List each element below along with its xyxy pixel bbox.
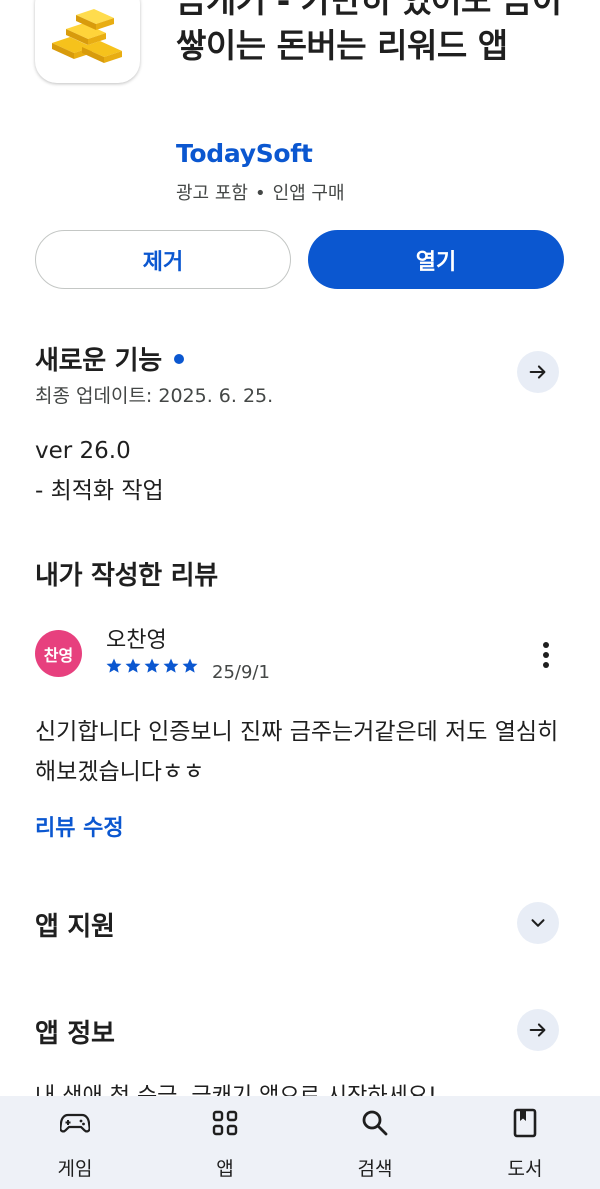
nav-label: 도서 (507, 1158, 543, 1180)
app-title: 금캐기 - 가만히 있어도 금이 쌓이는 돈버는 리워드 앱 (176, 0, 562, 65)
remove-button[interactable]: 제거 (35, 230, 291, 289)
more-options-button[interactable] (536, 640, 556, 670)
separator-dot: • (254, 183, 266, 204)
avatar: 찬영 (35, 630, 82, 677)
whats-new-arrow-button[interactable] (517, 351, 559, 393)
gold-bars-icon (35, 0, 140, 83)
developer-link[interactable]: TodaySoft (176, 139, 313, 168)
more-vert-icon (543, 642, 549, 668)
gamepad-icon (60, 1108, 90, 1138)
ads-label: 광고 포함 (176, 183, 248, 204)
app-support-title[interactable]: 앱 지원 (35, 906, 115, 943)
open-button[interactable]: 열기 (308, 230, 564, 289)
nav-label: 앱 (216, 1158, 234, 1180)
review-text: 신기합니다 인증보니 진짜 금주는거같은데 저도 열심히 해보겠습니다ㅎㅎ (35, 719, 559, 785)
arrow-right-icon (529, 1023, 546, 1037)
my-review-title: 내가 작성한 리뷰 (35, 561, 218, 591)
app-support-expand-button[interactable] (517, 902, 559, 944)
app-meta: 광고 포함 • 인앱 구매 (176, 179, 345, 205)
star-rating (105, 657, 199, 675)
whats-new-title: 새로운 기능 (35, 346, 162, 376)
chevron-down-icon (531, 919, 545, 927)
bottom-navigation: 게임 앱 검색 도서 (0, 1096, 600, 1189)
whats-new-heading[interactable]: 새로운 기능 (35, 340, 184, 377)
app-info-arrow-button[interactable] (517, 1009, 559, 1051)
iap-label: 인앱 구매 (272, 183, 345, 204)
release-notes: - 최적화 작업 (35, 478, 164, 504)
nav-item-apps[interactable]: 앱 (150, 1096, 300, 1189)
star-icon (125, 658, 141, 673)
last-updated: 최종 업데이트: 2025. 6. 25. (35, 385, 274, 407)
new-indicator-dot (173, 353, 184, 364)
nav-label: 게임 (57, 1158, 93, 1180)
star-icon (163, 658, 179, 673)
arrow-right-icon (529, 365, 546, 379)
edit-review-link[interactable]: 리뷰 수정 (35, 810, 124, 842)
nav-item-search[interactable]: 검색 (300, 1096, 450, 1189)
book-icon (510, 1108, 540, 1138)
version-text: ver 26.0 (35, 438, 131, 464)
star-icon (144, 658, 160, 673)
star-icon (182, 658, 198, 673)
app-info-title[interactable]: 앱 정보 (35, 1013, 115, 1050)
app-detail-page: 금캐기 - 가만히 있어도 금이 쌓이는 돈버는 리워드 앱 TodaySoft… (0, 0, 600, 1189)
star-icon (106, 658, 122, 673)
search-icon (360, 1108, 390, 1138)
nav-item-books[interactable]: 도서 (450, 1096, 600, 1189)
nav-label: 검색 (357, 1158, 393, 1180)
apps-grid-icon (210, 1108, 240, 1138)
nav-item-games[interactable]: 게임 (0, 1096, 150, 1189)
review-date: 25/9/1 (212, 662, 270, 683)
reviewer-name: 오찬영 (106, 628, 167, 653)
